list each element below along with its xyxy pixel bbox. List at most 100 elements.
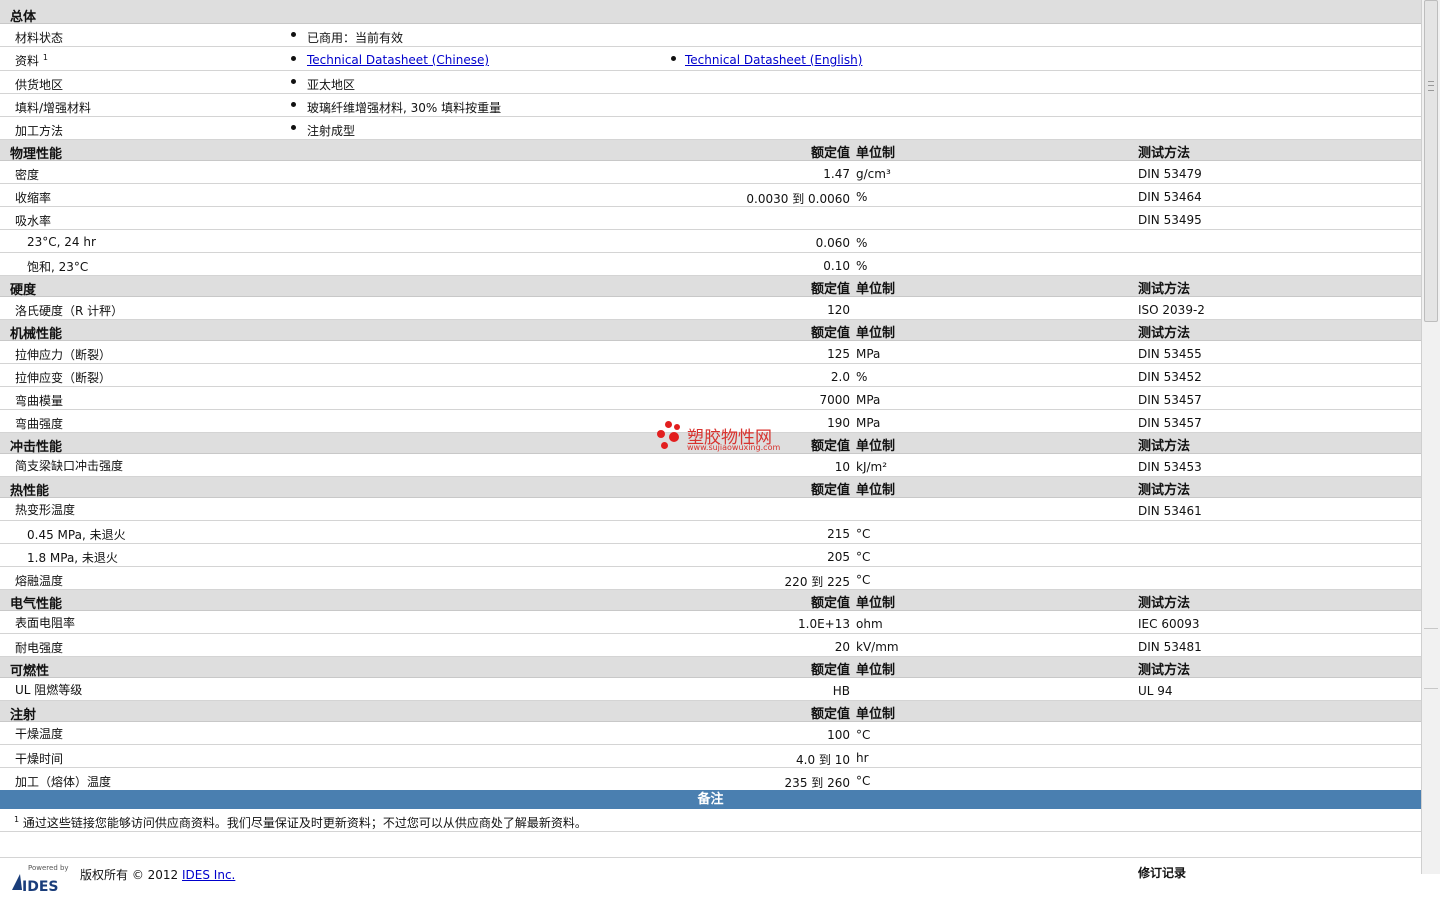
row-label: 吸水率	[15, 214, 52, 228]
section-title: 总体	[10, 10, 37, 25]
grip-icon	[1428, 81, 1434, 91]
table-row: 密度 1.47 g/cm³ DIN 53479	[0, 161, 1421, 184]
header-unit: 单位制	[856, 596, 896, 611]
table-row: 热变形温度 DIN 53461	[0, 498, 1421, 521]
table-row: 1.8 MPa, 未退火 205 °C	[0, 544, 1421, 567]
row-label: 加工（熔体）温度	[15, 775, 112, 789]
logo-triangle-icon	[12, 874, 22, 890]
row-sublabel: 1.8 MPa, 未退火	[27, 551, 118, 565]
footnote-ref: 1	[42, 53, 48, 62]
unit-value: °C	[856, 774, 871, 788]
row-label: 材料状态	[15, 31, 64, 45]
bullet-icon	[291, 32, 296, 37]
section-title: 机械性能	[10, 327, 63, 342]
bullet-icon	[291, 79, 296, 84]
nominal-value: 7000	[819, 393, 850, 407]
section-title: 物理性能	[10, 147, 63, 162]
datasheet-english-link[interactable]: Technical Datasheet (English)	[685, 53, 862, 67]
nominal-value: 215	[827, 527, 850, 541]
header-nominal: 额定值	[810, 483, 850, 498]
ides-link[interactable]: IDES Inc.	[182, 868, 235, 882]
header-test-method: 测试方法	[1138, 326, 1191, 341]
unit-value: g/cm³	[856, 167, 891, 181]
unit-value: °C	[856, 527, 871, 541]
row-label: 热变形温度	[15, 503, 76, 517]
row-processing: 加工方法 注射成型	[0, 117, 1421, 140]
section-header-physical: 物理性能 额定值 单位制 测试方法	[0, 140, 1421, 162]
nominal-value: 0.060	[815, 236, 850, 250]
table-row: 23°C, 24 hr 0.060 %	[0, 230, 1421, 253]
bullet-icon	[291, 56, 296, 61]
row-value: 玻璃纤维增强材料, 30% 填料按重量	[307, 101, 502, 115]
test-method: DIN 53452	[1138, 370, 1202, 384]
copyright: 版权所有 © 2012 IDES Inc.	[80, 866, 235, 883]
section-header-mechanical: 机械性能 额定值 单位制 测试方法	[0, 320, 1421, 342]
test-method: DIN 53481	[1138, 640, 1202, 654]
unit-value: MPa	[856, 347, 881, 361]
table-row: 熔融温度 220 到 225 °C	[0, 567, 1421, 590]
header-unit: 单位制	[856, 146, 896, 161]
header-nominal: 额定值	[810, 282, 850, 297]
row-label: 拉伸应变（断裂）	[15, 371, 112, 385]
nominal-value: 4.0 到 10	[796, 753, 850, 767]
row-material-status: 材料状态 已商用：当前有效	[0, 24, 1421, 47]
note-text-wrap: 1 通过这些链接您能够访问供应商资料。我们尽量保证及时更新资料；不过您可以从供应…	[14, 814, 587, 831]
note-text: 通过这些链接您能够访问供应商资料。我们尽量保证及时更新资料；不过您可以从供应商处…	[22, 816, 587, 830]
row-label: 干燥时间	[15, 752, 64, 766]
scrollbar-thumb[interactable]	[1424, 0, 1438, 322]
doc-link-item: Technical Datasheet (English)	[685, 53, 862, 67]
nominal-value: 190	[827, 416, 850, 430]
header-test-method: 测试方法	[1138, 439, 1191, 454]
row-documents: 资料 1 Technical Datasheet (Chinese) Techn…	[0, 47, 1421, 71]
test-method: IEC 60093	[1138, 617, 1200, 631]
header-nominal: 额定值	[810, 596, 850, 611]
section-title: 注射	[10, 708, 37, 723]
row-filler: 填料/增强材料 玻璃纤维增强材料, 30% 填料按重量	[0, 94, 1421, 117]
vertical-scrollbar[interactable]	[1421, 0, 1440, 874]
row-label: 密度	[15, 168, 40, 182]
nominal-value: 0.10	[823, 259, 850, 273]
row-label: 加工方法	[15, 124, 64, 138]
table-row: 耐电强度 20 kV/mm DIN 53481	[0, 634, 1421, 657]
bullet-icon	[291, 102, 296, 107]
nominal-value: 125	[827, 347, 850, 361]
spacer-row	[0, 832, 1421, 858]
unit-value: °C	[856, 550, 871, 564]
watermark-dot-icon	[661, 442, 668, 449]
header-test-method: 测试方法	[1138, 483, 1191, 498]
scrollbar-divider	[1424, 628, 1438, 629]
nominal-value: HB	[832, 684, 850, 698]
nominal-value: 120	[827, 303, 850, 317]
header-test-method: 测试方法	[1138, 663, 1191, 678]
row-label: 洛氏硬度（R 计秤）	[15, 304, 124, 318]
nominal-value: 205	[827, 550, 850, 564]
nominal-value: 2.0	[830, 370, 850, 384]
unit-value: hr	[856, 751, 869, 765]
unit-value: %	[856, 236, 868, 250]
footer: Powered by IDES 版权所有 © 2012 IDES Inc. 修订…	[0, 858, 1421, 898]
nominal-value: 10	[834, 460, 850, 474]
nominal-value: 220 到 225	[784, 575, 850, 589]
table-row: 收缩率 0.0030 到 0.0060 % DIN 53464	[0, 184, 1421, 207]
test-method: ISO 2039-2	[1138, 303, 1205, 317]
table-row: 拉伸应变（断裂） 2.0 % DIN 53452	[0, 364, 1421, 387]
nominal-value: 1.47	[823, 167, 850, 181]
row-label: 熔融温度	[15, 574, 64, 588]
logo-text: IDES	[22, 879, 58, 892]
datasheet-chinese-link[interactable]: Technical Datasheet (Chinese)	[307, 53, 489, 67]
watermark-url: www.sujiaowuxing.com	[687, 443, 781, 452]
row-value: 亚太地区	[307, 78, 356, 92]
header-unit: 单位制	[856, 282, 896, 297]
bullet-icon	[671, 56, 676, 61]
section-title: 可燃性	[10, 664, 50, 679]
unit-value: %	[856, 190, 868, 204]
nominal-value: 1.0E+13	[798, 617, 850, 631]
header-unit: 单位制	[856, 663, 896, 678]
header-unit: 单位制	[856, 439, 896, 454]
section-title: 硬度	[10, 283, 37, 298]
row-sublabel: 0.45 MPa, 未退火	[27, 528, 126, 542]
table-row: 干燥温度 100 °C	[0, 722, 1421, 745]
note-row: 1 通过这些链接您能够访问供应商资料。我们尽量保证及时更新资料；不过您可以从供应…	[0, 809, 1421, 832]
watermark-dot-icon	[665, 421, 672, 428]
nominal-value: 0.0030 到 0.0060	[746, 192, 850, 206]
